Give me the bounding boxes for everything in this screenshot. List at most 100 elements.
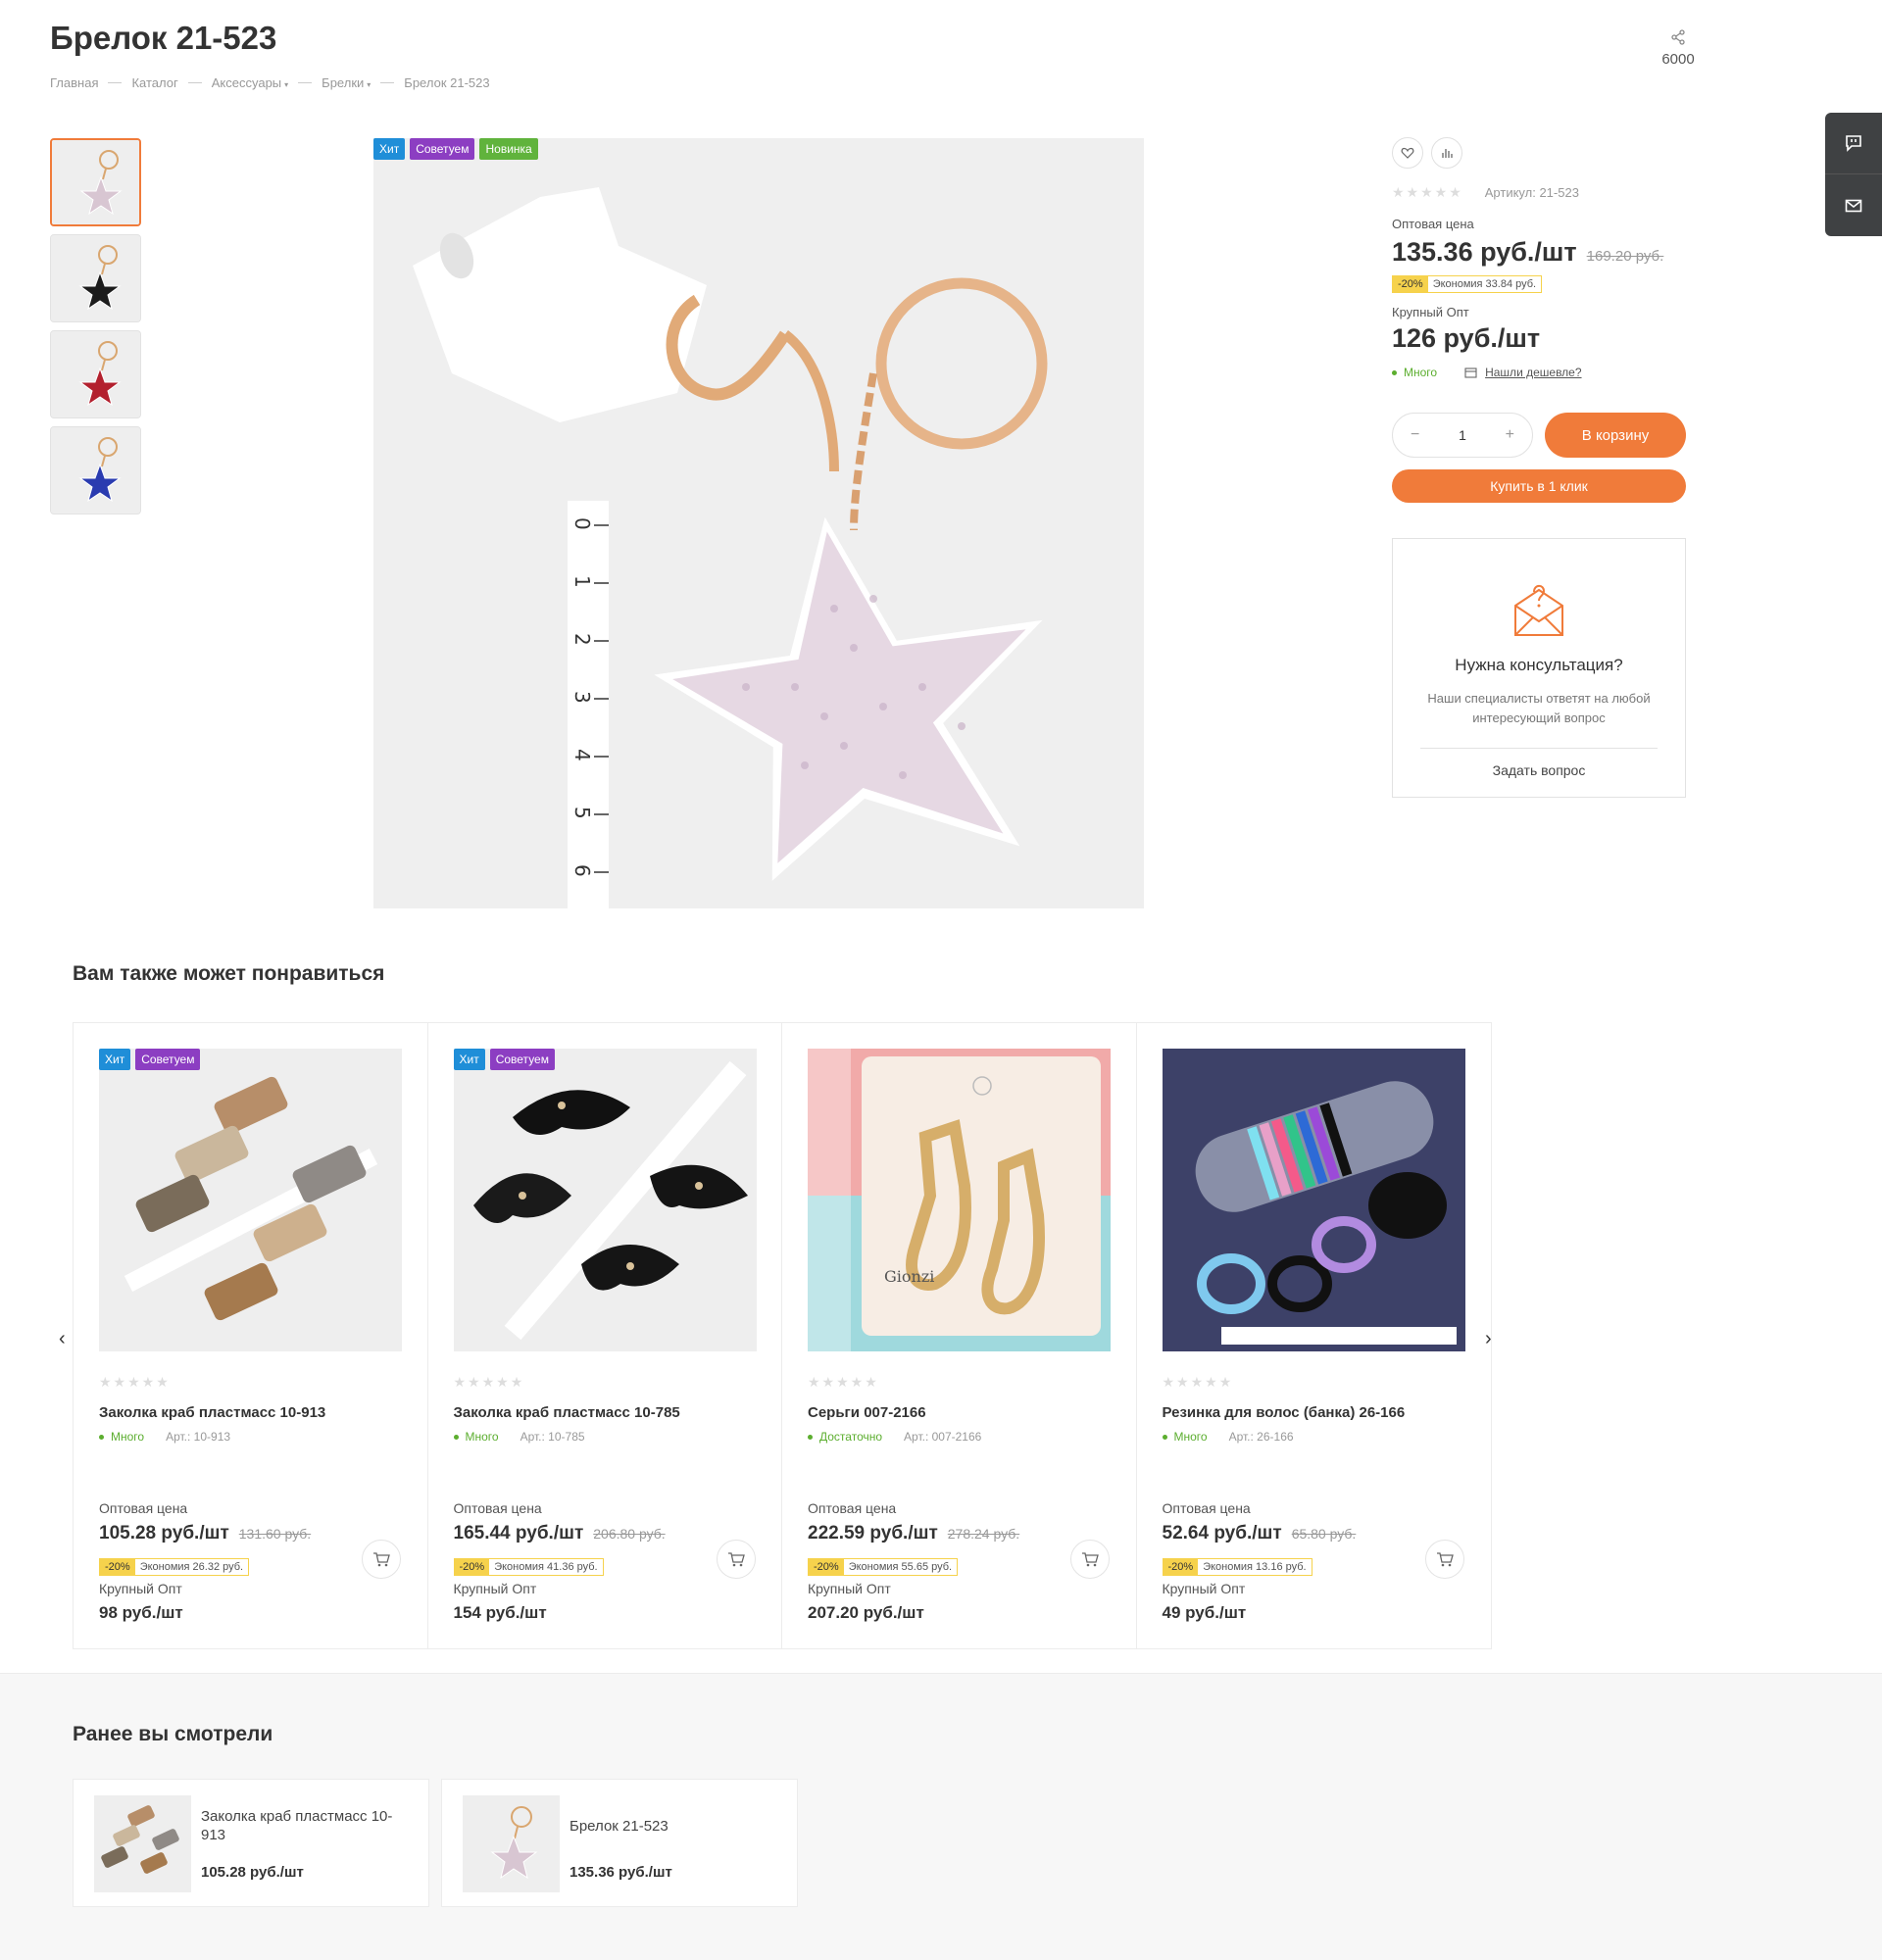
caret-down-icon: ▾ — [284, 80, 289, 89]
bulk-price-label: Крупный Опт — [808, 1581, 891, 1596]
breadcrumb-current: Брелок 21-523 — [404, 75, 490, 90]
product-card-image[interactable] — [453, 1049, 757, 1351]
recently-viewed-item[interactable]: Брелок 21-523 135.36 руб./шт — [441, 1779, 798, 1907]
stock-dot-icon — [1162, 1434, 1167, 1440]
price-label: Оптовая цена — [1162, 1500, 1251, 1516]
add-to-cart-button[interactable] — [716, 1540, 756, 1579]
stock-dot-icon — [808, 1434, 813, 1440]
hair-clip-thumbnail-image — [94, 1795, 191, 1892]
product-card-name[interactable]: Заколка краб пластмасс 10-913 — [99, 1404, 403, 1421]
compare-button[interactable] — [1431, 137, 1462, 169]
plus-icon[interactable]: + — [1506, 426, 1514, 444]
recently-viewed-item[interactable]: Заколка краб пластмасс 10-913 105.28 руб… — [73, 1779, 429, 1907]
rating-stars-icon: ★★★★★ — [808, 1374, 879, 1390]
found-cheaper-link[interactable]: Нашли дешевле? — [1464, 366, 1582, 379]
rating-stars-icon: ★★★★★ — [99, 1374, 171, 1390]
svg-text:6: 6 — [570, 864, 594, 877]
caret-down-icon: ▾ — [367, 80, 371, 89]
minus-icon[interactable]: − — [1411, 426, 1419, 444]
stock-row: Много Нашли дешевле? — [1392, 366, 1686, 379]
product-card-price: 165.44 руб./шт 206.80 руб. — [454, 1523, 666, 1544]
price-label: Оптовая цена — [808, 1500, 897, 1516]
savings-amount: Экономия 55.65 руб. — [843, 1559, 958, 1575]
product-card-image[interactable] — [1162, 1049, 1465, 1351]
recently-viewed-image — [463, 1795, 560, 1892]
product-card-image[interactable]: Gionzi — [808, 1049, 1111, 1351]
bulk-price: 154 руб./шт — [453, 1603, 547, 1622]
product-card-name[interactable]: Резинка для волос (банка) 26-166 — [1163, 1404, 1466, 1421]
product-card-name[interactable]: Заколка краб пластмасс 10-785 — [454, 1404, 758, 1421]
recently-viewed-price: 135.36 руб./шт — [570, 1864, 672, 1881]
earrings-photo: Gionzi — [808, 1049, 1111, 1351]
product-card[interactable]: Хит Советуем ★★★★★ Заколка краб пластмас… — [74, 1023, 428, 1648]
stock-dot-icon — [453, 1434, 459, 1440]
chat-widget-button[interactable] — [1825, 113, 1882, 174]
savings-badge: -20% Экономия 41.36 руб. — [453, 1558, 604, 1576]
savings-badge: -20% Экономия 26.32 руб. — [99, 1558, 250, 1576]
breadcrumb-catalog[interactable]: Каталог — [131, 75, 177, 90]
old-price: 206.80 руб. — [593, 1526, 666, 1542]
bulk-price-label: Крупный Опт — [1162, 1581, 1246, 1596]
discount-percent: -20% — [1393, 276, 1428, 292]
rating-stars-icon[interactable]: ★★★★★ — [1392, 184, 1463, 201]
price-value: 222.59 руб./шт — [808, 1523, 938, 1544]
product-card[interactable]: ★★★★★ Резинка для волос (банка) 26-166 М… — [1137, 1023, 1492, 1648]
product-card-badges: Хит Советуем — [99, 1049, 201, 1070]
svg-text:4: 4 — [570, 749, 594, 761]
add-to-cart-button[interactable] — [362, 1540, 401, 1579]
heart-icon — [1401, 147, 1414, 159]
product-card-meta: Много Арт.: 10-785 — [453, 1430, 585, 1444]
product-card-article: Арт.: 26-166 — [1228, 1430, 1294, 1444]
breadcrumb-accessories-label: Аксессуары — [211, 75, 282, 90]
main-product-image[interactable]: 0 1 2 3 4 5 6 Хит Советуем Новинка — [373, 138, 1144, 908]
bulk-price-label: Крупный Опт — [1392, 305, 1469, 319]
cart-icon — [1082, 1552, 1099, 1567]
rating-stars-icon: ★★★★★ — [1162, 1374, 1234, 1390]
add-to-cart-button[interactable] — [1070, 1540, 1110, 1579]
stock-status-label: Много — [111, 1430, 145, 1444]
price-value: 105.28 руб./шт — [99, 1523, 229, 1544]
add-to-cart-button[interactable]: В корзину — [1545, 413, 1686, 458]
savings-amount: Экономия 33.84 руб. — [1427, 276, 1542, 292]
ask-question-link[interactable]: Задать вопрос — [1393, 762, 1685, 778]
recommendations-title: Вам также может понравиться — [73, 962, 385, 985]
mail-icon — [1845, 199, 1862, 212]
breadcrumb-home[interactable]: Главная — [50, 75, 98, 90]
breadcrumb-accessories[interactable]: Аксессуары ▾ — [212, 75, 288, 90]
chat-icon — [1846, 135, 1861, 152]
product-card[interactable]: Gionzi ★★★★★ Серьги 007-2166 Достаточно … — [782, 1023, 1137, 1648]
hair-ties-photo — [1162, 1049, 1465, 1351]
product-card-name[interactable]: Серьги 007-2166 — [808, 1404, 1112, 1421]
star-keychain-photo: 0 1 2 3 4 5 6 — [373, 138, 1144, 908]
favorite-button[interactable] — [1392, 137, 1423, 169]
carousel-prev-icon[interactable]: ‹ — [59, 1328, 66, 1350]
product-card-image[interactable] — [99, 1049, 402, 1351]
savings-amount: Экономия 13.16 руб. — [1198, 1559, 1312, 1575]
thumbnail-black-star[interactable] — [50, 234, 141, 322]
add-to-cart-button[interactable] — [1424, 1540, 1464, 1579]
recently-viewed-image — [94, 1795, 191, 1892]
badge-hit: Хит — [373, 138, 406, 160]
product-card-meta: Достаточно Арт.: 007-2166 — [808, 1430, 981, 1444]
consultation-title: Нужна консультация? — [1455, 656, 1623, 674]
savings-badge: -20% Экономия 55.65 руб. — [808, 1558, 959, 1576]
share-icon — [1671, 29, 1685, 45]
buy-box: ★★★★★ Артикул: 21-523 Оптовая цена 135.3… — [1392, 137, 1686, 503]
discount-percent: -20% — [100, 1559, 135, 1575]
bulk-price: 98 руб./шт — [99, 1603, 183, 1622]
share-button[interactable]: 6000 — [1647, 29, 1709, 68]
thumbnail-list — [50, 138, 141, 522]
thumbnail-blue-star[interactable] — [50, 426, 141, 514]
thumbnail-clear-star[interactable] — [50, 138, 141, 226]
product-card[interactable]: Хит Советуем ★★★★★ Заколка краб пластмас… — [428, 1023, 782, 1648]
recently-viewed-section: Ранее вы смотрели Заколка краб пластмасс… — [0, 1673, 1882, 1960]
stock-status-label: Много — [465, 1430, 499, 1444]
quantity-input[interactable]: 1 — [1459, 427, 1466, 443]
thumbnail-red-star[interactable] — [50, 330, 141, 418]
breadcrumb-keychains[interactable]: Брелки ▾ — [322, 75, 371, 90]
cart-row: − 1 + В корзину — [1392, 413, 1686, 458]
buy-one-click-button[interactable]: Купить в 1 клик — [1392, 469, 1686, 503]
mail-widget-button[interactable] — [1825, 174, 1882, 236]
old-price: 65.80 руб. — [1291, 1526, 1357, 1542]
product-card-article: Арт.: 10-913 — [166, 1430, 231, 1444]
